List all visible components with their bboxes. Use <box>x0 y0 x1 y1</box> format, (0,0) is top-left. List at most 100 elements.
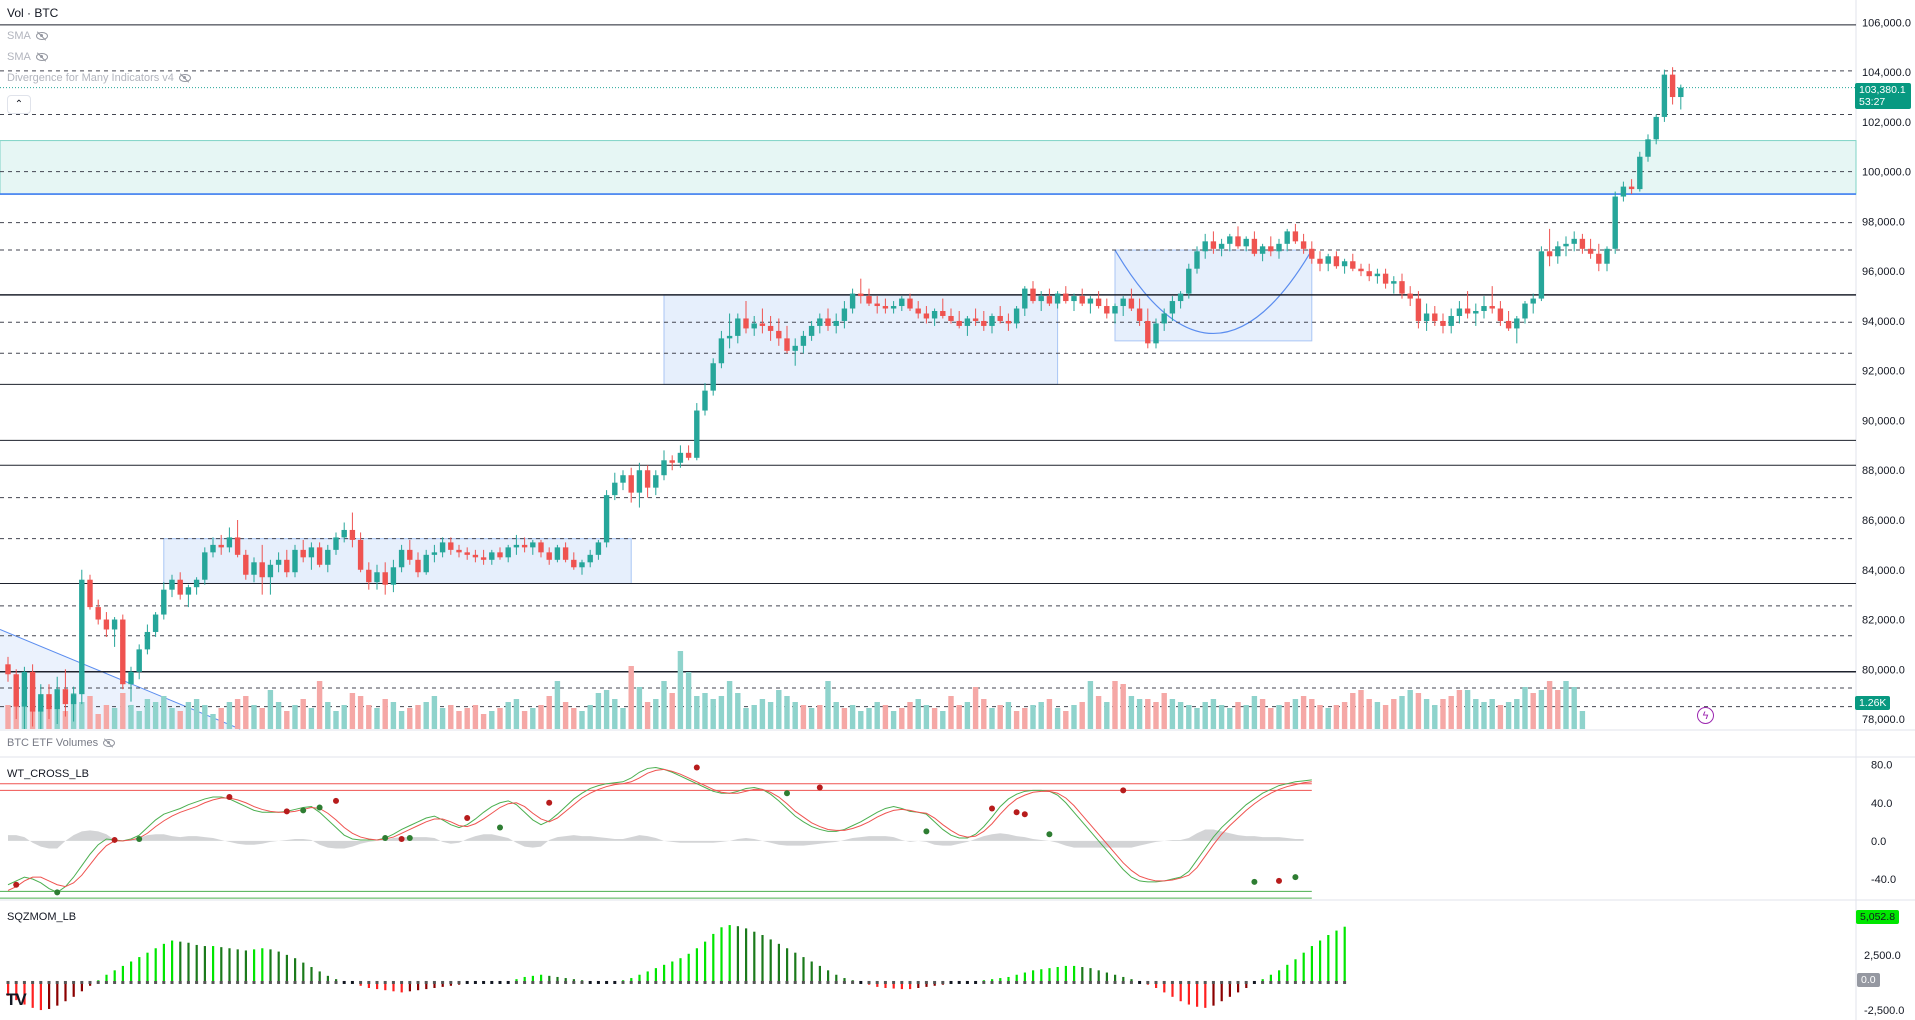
candle <box>1653 114 1659 145</box>
candle <box>1374 268 1381 284</box>
eye-hidden-icon[interactable] <box>35 53 48 61</box>
candle-body <box>1063 293 1069 302</box>
candle-body <box>907 298 913 309</box>
candle-body <box>1300 241 1307 249</box>
volume-bar <box>505 702 511 729</box>
candle-body <box>677 452 684 463</box>
volume-bar <box>1366 699 1372 729</box>
squeeze-dot <box>6 980 10 984</box>
volume-bar <box>923 705 930 729</box>
squeeze-dot <box>498 980 502 984</box>
volume-bar <box>1005 702 1012 729</box>
volume-bar <box>1448 696 1454 729</box>
candle-body <box>1104 306 1110 314</box>
candle-body <box>1145 320 1151 344</box>
volume-bar <box>357 696 364 729</box>
candle-body <box>325 549 331 565</box>
lightning-icon[interactable]: ϟ <box>1697 707 1714 724</box>
wt-cross-dot <box>316 804 323 811</box>
candle-body <box>1489 306 1495 309</box>
volume-pane-title-row[interactable]: BTC ETF Volumes <box>7 737 116 749</box>
candle <box>1563 236 1569 257</box>
candle <box>661 450 667 481</box>
squeeze-dot <box>400 980 404 984</box>
sqz-axis-tick: -2,500.0 <box>1864 1005 1904 1017</box>
squeeze-dot <box>14 980 18 984</box>
volume-bar <box>940 711 946 729</box>
volume-bar <box>1399 696 1405 729</box>
momentum-bar <box>646 971 649 983</box>
sma-indicator-1[interactable]: SMA <box>7 30 48 42</box>
momentum-bar <box>1048 968 1051 983</box>
sma-indicator-2[interactable]: SMA <box>7 51 48 63</box>
wt-cross-dot <box>283 808 290 815</box>
volume-bar <box>1145 699 1151 729</box>
squeeze-dot <box>473 980 477 984</box>
candle-body <box>193 579 200 588</box>
candle-body <box>1013 308 1020 324</box>
squeeze-dot <box>145 980 149 984</box>
volume-bar <box>1136 699 1143 729</box>
volume-bar <box>308 708 315 729</box>
eye-hidden-icon[interactable] <box>178 74 191 82</box>
volume-bar <box>628 666 634 729</box>
volume-bar <box>743 708 749 729</box>
collapse-legend-button[interactable]: ⌃ <box>7 95 31 114</box>
candle-body <box>1120 298 1126 307</box>
squeeze-dot <box>1285 980 1289 984</box>
candle-body <box>1350 261 1356 269</box>
volume-bar <box>472 705 479 729</box>
candle-body <box>79 579 85 695</box>
candle-body <box>1366 271 1372 277</box>
squeeze-dot <box>572 980 576 984</box>
wt-cross-dot <box>54 889 61 896</box>
squeeze-dot <box>154 980 158 984</box>
candle <box>1678 84 1684 110</box>
candle-body <box>1382 273 1389 284</box>
price-chart[interactable]: 106,000.0 104,000.0 102,000.0 100,000.0 98,0… <box>0 0 1915 1020</box>
squeeze-dot <box>974 980 978 984</box>
candle <box>1596 243 1602 272</box>
eye-hidden-icon[interactable] <box>35 32 48 40</box>
squeeze-dot <box>703 980 707 984</box>
volume-bar <box>144 699 151 729</box>
candle <box>1292 223 1299 244</box>
candle-body <box>882 306 889 309</box>
momentum-bar <box>318 971 321 983</box>
squeeze-dot <box>728 980 732 984</box>
candle-body <box>1259 246 1266 254</box>
volume-bar <box>1120 684 1126 729</box>
squeeze-dot <box>1146 980 1150 984</box>
candle-body <box>29 671 36 712</box>
momentum-bar <box>1319 940 1322 983</box>
candle-body <box>177 579 183 595</box>
squeeze-dot <box>1129 980 1133 984</box>
volume-bar <box>111 708 118 729</box>
candle <box>1063 286 1069 304</box>
volume-bar <box>644 702 651 729</box>
candle-body <box>1391 281 1397 284</box>
squeeze-dot <box>326 980 330 984</box>
candle-body <box>858 293 864 297</box>
momentum-bar <box>203 946 206 983</box>
volume-bar <box>218 708 224 729</box>
momentum-bar <box>1302 952 1305 983</box>
candle-body <box>874 303 880 307</box>
candle-body <box>1555 246 1561 257</box>
eye-hidden-icon[interactable] <box>103 739 116 747</box>
momentum-bar <box>269 949 272 983</box>
momentum-bar <box>827 970 830 983</box>
squeeze-dot <box>178 980 182 984</box>
squeeze-dot <box>752 980 756 984</box>
volume-bar <box>333 711 339 729</box>
candle-body <box>1579 238 1586 249</box>
squeeze-dot <box>744 980 748 984</box>
wt-axis-tick: -40.0 <box>1871 874 1896 886</box>
wt-cross-dot <box>923 828 930 835</box>
volume-bar <box>1104 702 1110 729</box>
candle-body <box>161 589 167 615</box>
divergence-indicator[interactable]: Divergence for Many Indicators v4 <box>7 72 191 84</box>
candle-body <box>275 559 282 565</box>
candle-body <box>833 320 839 326</box>
wt-cross-dot <box>1120 787 1127 794</box>
